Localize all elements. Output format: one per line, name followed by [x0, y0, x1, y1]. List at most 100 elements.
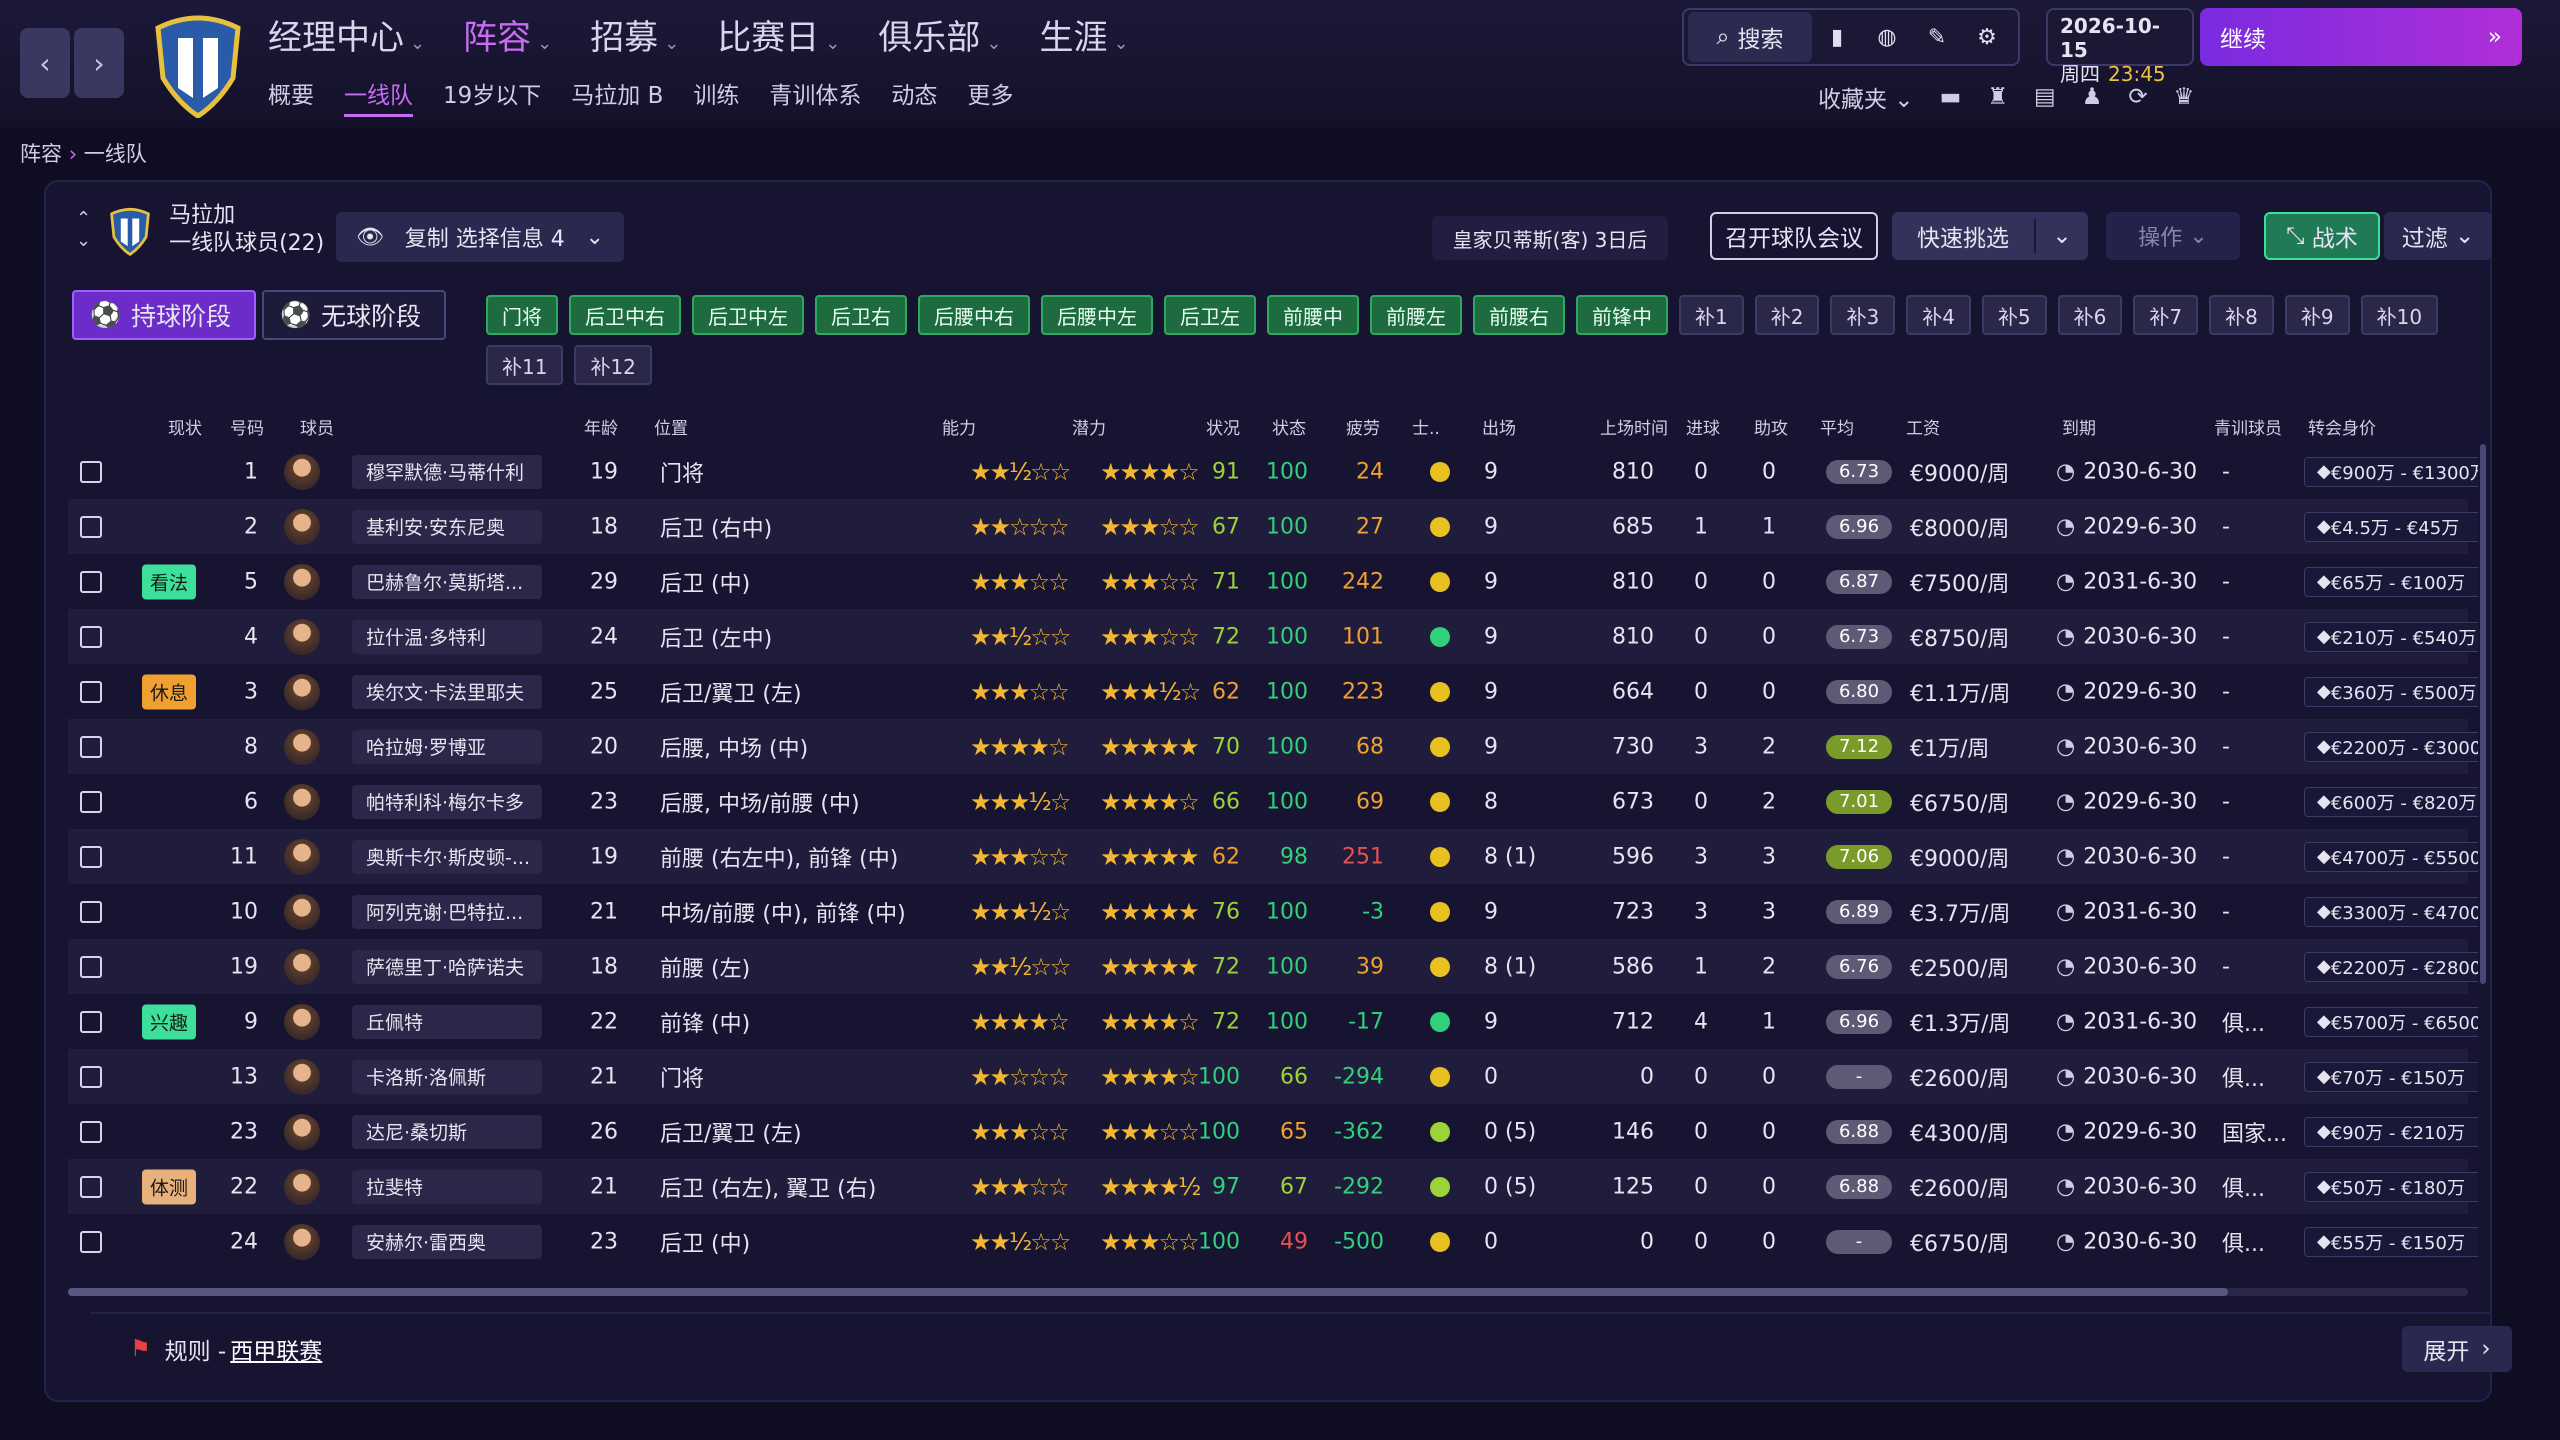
col-wage[interactable]: 工资: [1906, 414, 1940, 439]
sub-chip[interactable]: 补3: [1830, 295, 1896, 335]
row-checkbox[interactable]: [80, 1120, 102, 1143]
clipboard-icon[interactable]: ▤: [2034, 84, 2056, 110]
col-avg-rating[interactable]: 平均: [1820, 414, 1854, 439]
team-meeting-button[interactable]: 召开球队会议: [1710, 212, 1878, 260]
position-chip[interactable]: 前腰右: [1473, 295, 1565, 335]
row-checkbox[interactable]: [80, 735, 102, 758]
transfer-value[interactable]: ◆ €4700万 - €5500万: [2304, 841, 2478, 872]
player-name[interactable]: 埃尔文·卡法里耶夫: [352, 674, 542, 709]
table-row[interactable]: 13 卡洛斯·洛佩斯 21 门将 ★★☆☆☆ ★★★★☆ 100 66 -294 0 0 0 0- €26…: [68, 1049, 2478, 1104]
staff-icon[interactable]: ♟: [2082, 84, 2103, 110]
transfer-value[interactable]: ◆ €3300万 - €4700万: [2304, 896, 2478, 927]
actions-dropdown[interactable]: 操作 ⌄: [2106, 212, 2240, 260]
position-chip[interactable]: 前腰中: [1267, 295, 1359, 335]
back-button[interactable]: ‹: [20, 28, 70, 98]
row-checkbox[interactable]: [80, 1175, 102, 1198]
bookmark-icon[interactable]: ▮: [1812, 25, 1862, 50]
player-name[interactable]: 基利安·安东尼奥: [352, 509, 542, 544]
row-checkbox[interactable]: [80, 790, 102, 813]
player-name[interactable]: 穆罕默德·马蒂什利: [352, 454, 542, 489]
copy-select-dropdown[interactable]: 👁 复制 选择信息 4 ⌄: [336, 212, 624, 262]
status-badge[interactable]: 体测: [142, 1169, 197, 1204]
position-chip[interactable]: 门将: [486, 295, 558, 335]
globe-icon[interactable]: ◍: [1862, 25, 1912, 50]
main-nav-item[interactable]: 俱乐部 ⌄: [878, 10, 1001, 59]
player-name[interactable]: 萨德里丁·哈萨诺夫: [352, 949, 542, 984]
col-form[interactable]: 状态: [1272, 414, 1306, 439]
chevron-down-icon[interactable]: ⌄: [2036, 223, 2088, 249]
player-name[interactable]: 巴赫鲁尔·莫斯塔...: [352, 564, 542, 599]
col-value[interactable]: 转会身价: [2308, 414, 2376, 439]
vertical-scrollbar[interactable]: [2480, 444, 2486, 984]
sub-nav-item[interactable]: 训练: [693, 76, 739, 117]
col-potential[interactable]: 潜力: [1072, 414, 1106, 439]
horizontal-scrollbar[interactable]: [68, 1288, 2468, 1296]
forward-button[interactable]: ›: [74, 28, 124, 98]
expand-button[interactable]: 展开 ›: [2402, 1326, 2512, 1372]
transfer-value[interactable]: ◆ €600万 - €820万: [2304, 786, 2478, 817]
favorites-dropdown[interactable]: 收藏夹 ⌄: [1818, 80, 1914, 114]
player-name[interactable]: 阿列克谢·巴特拉...: [352, 894, 542, 929]
row-checkbox[interactable]: [80, 1010, 102, 1033]
col-condition[interactable]: 状况: [1206, 414, 1240, 439]
transfer-value[interactable]: ◆ €900万 - €1300万: [2304, 456, 2478, 487]
player-name[interactable]: 达尼·桑切斯: [352, 1114, 542, 1149]
table-row[interactable]: 看法 5 巴赫鲁尔·莫斯塔... 29 后卫 (中) ★★★☆☆ ★★★☆☆ 71 100 242…: [68, 554, 2478, 609]
row-checkbox[interactable]: [80, 625, 102, 648]
row-checkbox[interactable]: [80, 460, 102, 483]
col-expiry[interactable]: 到期: [2062, 414, 2096, 439]
table-row[interactable]: 23 达尼·桑切斯 26 后卫/翼卫 (左) ★★★☆☆ ★★★☆☆ 100 65 -362 0 …: [68, 1104, 2478, 1159]
chat-icon[interactable]: ▬: [1940, 84, 1962, 110]
table-row[interactable]: 1 穆罕默德·马蒂什利 19 门将 ★★½☆☆ ★★★★☆ 91 100 24 9 810 0 0 6.7…: [68, 444, 2478, 499]
col-assists[interactable]: 助攻: [1754, 414, 1788, 439]
sub-chip[interactable]: 补6: [2057, 295, 2123, 335]
transfer-value[interactable]: ◆ €50万 - €180万: [2304, 1171, 2478, 1202]
filter-dropdown[interactable]: 过滤 ⌄: [2384, 212, 2492, 260]
pencil-icon[interactable]: ✎: [1912, 25, 1962, 50]
col-morale[interactable]: 士..: [1412, 414, 1440, 439]
sub-chip[interactable]: 补9: [2284, 295, 2350, 335]
table-row[interactable]: 6 帕特利科·梅尔卡多 23 后腰, 中场/前腰 (中) ★★★½☆ ★★★★☆ 66 100…: [68, 774, 2478, 829]
position-chip[interactable]: 后卫左: [1164, 295, 1256, 335]
row-checkbox[interactable]: [80, 680, 102, 703]
sub-nav-item[interactable]: 动态: [891, 76, 937, 117]
sub-nav-item[interactable]: 一线队: [344, 76, 413, 117]
transfer-value[interactable]: ◆ €4.5万 - €45万: [2304, 511, 2478, 542]
next-fixture[interactable]: 皇家贝蒂斯(客) 3日后: [1432, 216, 1668, 260]
sub-chip[interactable]: 补4: [1906, 295, 1971, 335]
transfer-value[interactable]: ◆ €65万 - €100万: [2304, 566, 2478, 597]
sub-chip[interactable]: 补2: [1754, 295, 1820, 335]
status-badge[interactable]: 兴趣: [142, 1004, 197, 1039]
table-row[interactable]: 休息 3 埃尔文·卡法里耶夫 25 后卫/翼卫 (左) ★★★☆☆ ★★★½☆ 62 100 22…: [68, 664, 2478, 719]
position-chip[interactable]: 后卫中右: [569, 295, 681, 335]
gear-icon[interactable]: ⚙: [1962, 25, 2012, 50]
status-badge[interactable]: 休息: [142, 674, 197, 709]
search-button[interactable]: ⌕ 搜索: [1688, 12, 1812, 62]
tab-out-of-possession[interactable]: ⚽ 无球阶段: [262, 290, 446, 340]
sub-chip[interactable]: 补8: [2209, 295, 2274, 335]
table-row[interactable]: 19 萨德里丁·哈萨诺夫 18 前腰 (左) ★★½☆☆ ★★★★★ 72 100 39 8 (1…: [68, 939, 2478, 994]
sub-chip[interactable]: 补10: [2360, 295, 2439, 335]
col-age[interactable]: 年龄: [584, 414, 618, 439]
refresh-icon[interactable]: ⟳: [2128, 84, 2147, 110]
col-number[interactable]: 号码: [230, 414, 264, 439]
player-name[interactable]: 卡洛斯·洛佩斯: [352, 1059, 542, 1094]
quick-pick-button[interactable]: 快速挑选 ⌄: [1892, 212, 2088, 260]
transfer-value[interactable]: ◆ €55万 - €150万: [2304, 1226, 2478, 1257]
sub-nav-item[interactable]: 19岁以下: [443, 76, 541, 117]
breadcrumb-squad[interactable]: 阵容: [20, 142, 62, 166]
position-chip[interactable]: 后卫中左: [692, 295, 804, 335]
transfer-value[interactable]: ◆ €2200万 - €3000万: [2304, 731, 2478, 762]
main-nav-item[interactable]: 比赛日 ⌄: [717, 10, 840, 59]
table-row[interactable]: 4 拉什温·多特利 24 后卫 (左中) ★★½☆☆ ★★★☆☆ 72 100 101 9 810 0…: [68, 609, 2478, 664]
sub-chip[interactable]: 补5: [1981, 295, 2047, 335]
sub-chip[interactable]: 补12: [574, 345, 652, 385]
col-goals[interactable]: 进球: [1686, 414, 1720, 439]
row-checkbox[interactable]: [80, 515, 102, 538]
transfer-value[interactable]: ◆ €70万 - €150万: [2304, 1061, 2478, 1092]
table-row[interactable]: 24 安赫尔·雷西奥 23 后卫 (中) ★★½☆☆ ★★★☆☆ 100 49 -500 0 0 0 0…: [68, 1214, 2478, 1269]
col-fatigue[interactable]: 疲劳: [1346, 414, 1380, 439]
main-nav-item[interactable]: 招募 ⌄: [590, 10, 679, 59]
table-row[interactable]: 10 阿列克谢·巴特拉... 21 中场/前腰 (中), 前锋 (中) ★★★½☆ ★★★…: [68, 884, 2478, 939]
transfer-value[interactable]: ◆ €90万 - €210万: [2304, 1116, 2478, 1147]
